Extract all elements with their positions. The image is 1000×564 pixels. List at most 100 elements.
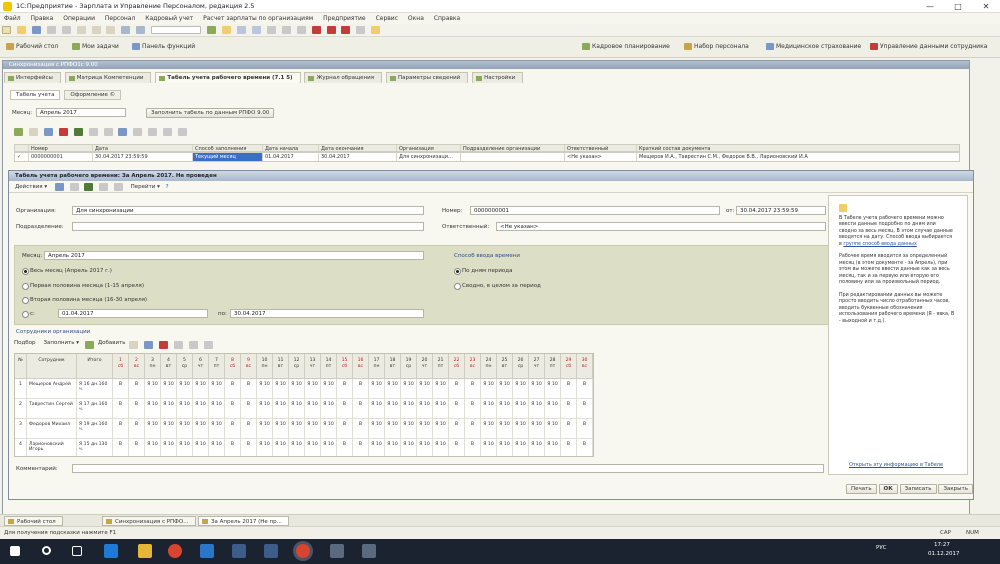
grid-day-cell[interactable]: Я 10 <box>417 439 433 456</box>
grid-day-cell[interactable]: Я 10 <box>401 379 417 399</box>
subtab-timesheet[interactable]: Табель учета <box>10 90 61 100</box>
maximize-button[interactable]: □ <box>944 0 972 13</box>
grid-day-cell[interactable]: Я 10 <box>529 399 545 419</box>
tool-icon[interactable] <box>356 26 366 34</box>
post-icon[interactable] <box>84 183 94 191</box>
structure-icon[interactable] <box>118 128 128 136</box>
tool-icon[interactable] <box>296 26 306 34</box>
grid-row-total[interactable]: Я 15 дн.130 ч. <box>77 439 113 456</box>
grid-row-number[interactable]: 2 <box>15 399 27 419</box>
wintab-sync[interactable]: Синхронизация с РПФО... <box>102 516 196 526</box>
edit-icon[interactable] <box>43 128 53 136</box>
grid-day-cell[interactable]: Я 10 <box>305 419 321 439</box>
grid-day-cell[interactable]: В <box>577 419 593 439</box>
app-icon[interactable] <box>362 544 376 558</box>
grid-day-cell[interactable]: Я 10 <box>209 379 225 399</box>
grid-day-cell[interactable]: Я 10 <box>305 439 321 456</box>
grid-day-cell[interactable]: В <box>337 379 353 399</box>
grid-day-cell[interactable]: В <box>561 399 577 419</box>
grid-day-cell[interactable]: В <box>465 379 481 399</box>
grid-day-cell[interactable]: В <box>449 379 465 399</box>
date-input[interactable]: 30.04.2017 23:59:59 <box>736 206 826 215</box>
delete-icon[interactable] <box>159 341 169 349</box>
grid-day-cell[interactable]: Я 10 <box>177 439 193 456</box>
grid-header-day[interactable]: 13 чт <box>305 354 321 379</box>
grid-row-number[interactable]: 1 <box>15 379 27 399</box>
tab-competence-matrix[interactable]: Матрица Компетенции <box>64 72 152 83</box>
col-start-date[interactable]: Дата начала <box>263 145 319 151</box>
grid-day-cell[interactable]: Я 10 <box>289 379 305 399</box>
grid-header-day[interactable]: 6 чт <box>193 354 209 379</box>
refresh-icon[interactable] <box>99 183 109 191</box>
grid-day-cell[interactable]: Я 10 <box>417 419 433 439</box>
grid-day-cell[interactable]: Я 10 <box>321 379 337 399</box>
sort-icon[interactable] <box>204 341 214 349</box>
grid-day-cell[interactable]: Я 10 <box>497 439 513 456</box>
grid-header-day[interactable]: 8 сб <box>225 354 241 379</box>
grid-day-cell[interactable]: Я 10 <box>545 439 561 456</box>
comment-input[interactable] <box>72 464 824 473</box>
col-department[interactable]: Подразделение организации <box>461 145 565 151</box>
col-fill-method[interactable]: Способ заполнения <box>193 145 263 151</box>
grid-day-cell[interactable]: В <box>225 439 241 456</box>
grid-day-cell[interactable]: Я 10 <box>433 399 449 419</box>
grid-day-cell[interactable]: В <box>465 419 481 439</box>
grid-row-total[interactable]: Я 19 дн.160 ч. <box>77 419 113 439</box>
preview-icon[interactable] <box>61 26 71 34</box>
responsible-input[interactable]: <Не указан> <box>496 222 826 231</box>
tool-icon[interactable] <box>163 128 173 136</box>
save-icon[interactable] <box>54 183 64 191</box>
form-month-input[interactable]: Апрель 2017 <box>44 251 424 260</box>
grid-day-cell[interactable]: В <box>337 439 353 456</box>
grid-header-day[interactable]: 29 сб <box>561 354 577 379</box>
grid-day-cell[interactable]: Я 10 <box>433 439 449 456</box>
grid-header-day[interactable]: 26 ср <box>513 354 529 379</box>
grid-employee-name[interactable]: Ларионовский Игорь <box>27 439 77 456</box>
grid-header-day[interactable]: 23 вс <box>465 354 481 379</box>
explorer-icon[interactable] <box>138 544 152 558</box>
tray-time[interactable]: 17:27 <box>934 542 950 548</box>
grid-header-day[interactable]: 2 вс <box>129 354 145 379</box>
grid-day-cell[interactable]: В <box>113 439 129 456</box>
tool-icon[interactable] <box>266 26 276 34</box>
grid-day-cell[interactable]: Я 10 <box>545 399 561 419</box>
grid-day-cell[interactable]: Я 10 <box>145 399 161 419</box>
menu-operations[interactable]: Операции <box>59 13 99 24</box>
grid-day-cell[interactable]: Я 10 <box>273 419 289 439</box>
print-icon[interactable] <box>69 183 79 191</box>
grid-day-cell[interactable]: Я 10 <box>145 419 161 439</box>
undo-icon[interactable] <box>121 26 131 34</box>
windows-start-icon[interactable] <box>10 546 20 556</box>
grid-day-cell[interactable]: Я 10 <box>481 439 497 456</box>
app-icon[interactable] <box>264 544 278 558</box>
panel-recruitment[interactable]: Набор персонала <box>684 41 749 52</box>
grid-day-cell[interactable]: В <box>241 379 257 399</box>
grid-header-day[interactable]: 15 сб <box>337 354 353 379</box>
grid-day-cell[interactable]: Я 10 <box>401 399 417 419</box>
grid-header-day[interactable]: 3 пн <box>145 354 161 379</box>
grid-day-cell[interactable]: Я 10 <box>289 419 305 439</box>
grid-day-cell[interactable]: Я 10 <box>273 399 289 419</box>
menu-help[interactable]: Справка <box>430 13 464 24</box>
down-icon[interactable] <box>189 341 199 349</box>
panel-my-tasks[interactable]: Мои задачи <box>72 41 119 52</box>
grid-day-cell[interactable]: Я 10 <box>545 419 561 439</box>
grid-header-day[interactable]: 19 ср <box>401 354 417 379</box>
grid-day-cell[interactable]: Я 10 <box>289 399 305 419</box>
tray-date[interactable]: 01.12.2017 <box>928 551 960 557</box>
grid-day-cell[interactable]: В <box>561 439 577 456</box>
grid-day-cell[interactable]: Я 10 <box>529 419 545 439</box>
goto-menu[interactable]: Перейти ▾ <box>131 184 160 190</box>
radio-custom-period[interactable]: с: <box>22 311 35 318</box>
grid-day-cell[interactable]: В <box>577 379 593 399</box>
grid-header-employee[interactable]: Сотрудник <box>27 354 77 379</box>
grid-row-number[interactable]: 3 <box>15 419 27 439</box>
ok-button[interactable]: ОК <box>878 484 898 494</box>
grid-day-cell[interactable]: Я 10 <box>529 439 545 456</box>
grid-day-cell[interactable]: Я 10 <box>161 439 177 456</box>
print-button[interactable]: Печать <box>846 484 877 494</box>
radio-second-half[interactable]: Вторая половина месяца (16-30 апреля) <box>22 297 147 304</box>
close-form-button[interactable]: Закрыть <box>938 484 973 494</box>
stop-icon[interactable] <box>326 26 336 34</box>
grid-day-cell[interactable]: В <box>129 379 145 399</box>
